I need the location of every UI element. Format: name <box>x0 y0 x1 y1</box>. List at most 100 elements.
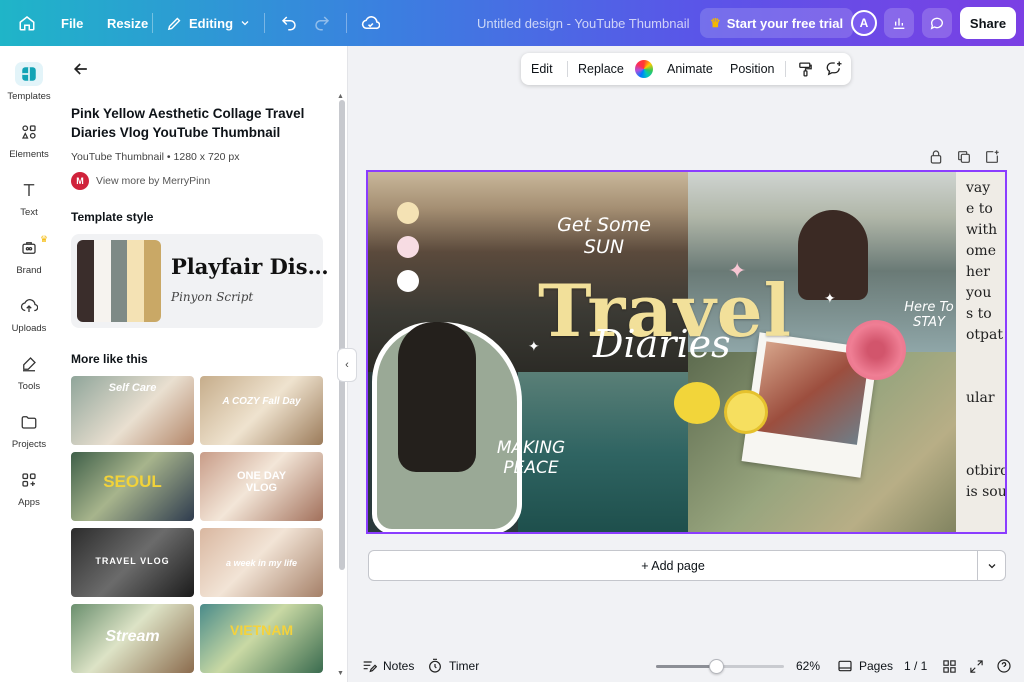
color-button[interactable] <box>635 53 653 85</box>
author-avatar: M <box>71 172 89 190</box>
save-status-button[interactable] <box>361 0 380 46</box>
thumbnail-text: Stream <box>105 628 160 645</box>
rail-item-templates[interactable]: Templates <box>0 62 58 114</box>
making-caption[interactable]: MAKING PEACE <box>486 438 576 478</box>
copy-style-button[interactable] <box>797 53 814 85</box>
fullscreen-button[interactable] <box>969 650 984 682</box>
template-thumbnail[interactable]: VIETNAM <box>200 604 323 673</box>
text-icon <box>23 184 35 196</box>
home-button[interactable] <box>18 0 36 46</box>
design-title[interactable]: Untitled design - YouTube Thumbnail <box>477 0 689 46</box>
template-thumbnail[interactable]: ONE DAY VLOG <box>200 452 323 521</box>
redo-button[interactable] <box>313 0 331 46</box>
bar-chart-icon <box>893 18 905 29</box>
edit-button[interactable]: Edit <box>531 53 553 85</box>
swatch <box>110 240 128 322</box>
insights-button[interactable] <box>884 8 914 38</box>
template-thumbnail[interactable]: SEOUL <box>71 452 194 521</box>
pages-label: Pages <box>859 659 894 673</box>
rail-item-apps[interactable]: Apps <box>0 468 58 520</box>
elements-icon-wrap <box>15 120 43 144</box>
template-thumbnail[interactable]: TRAVEL VLOG <box>71 528 194 597</box>
swatch <box>127 240 145 322</box>
zoom-level[interactable]: 62% <box>796 650 820 682</box>
back-arrow-icon[interactable] <box>71 59 91 79</box>
templates-icon <box>22 67 36 81</box>
animate-button[interactable]: Animate <box>667 53 713 85</box>
comment-add-icon <box>826 61 842 76</box>
rail-item-text[interactable]: Text <box>0 178 58 230</box>
rail-item-tools[interactable]: Tools <box>0 352 58 404</box>
author-link-text: View more by MerryPinn <box>96 175 211 187</box>
add-page-button[interactable]: + Add page <box>368 550 978 581</box>
template-thumbnail[interactable]: Stream <box>71 604 194 673</box>
color-dot <box>397 202 419 224</box>
resize-button[interactable]: Resize <box>107 0 148 46</box>
newspaper-word: with <box>966 222 998 238</box>
add-page-dropdown[interactable] <box>977 550 1006 581</box>
dog-shape <box>398 322 476 472</box>
color-dot <box>397 236 419 258</box>
rail-label: Apps <box>18 497 40 508</box>
share-button[interactable]: Share <box>960 7 1016 39</box>
apps-icon <box>22 473 36 487</box>
design-title-text: Untitled design - YouTube Thumbnail <box>477 15 690 31</box>
pages-icon <box>838 660 852 672</box>
comment-icon <box>930 17 943 30</box>
newspaper-word: is sou <box>966 484 1007 500</box>
author-link[interactable]: M View more by MerryPinn <box>71 172 210 190</box>
canvas-title-diaries[interactable]: Diaries <box>593 322 731 366</box>
scroll-up-icon[interactable]: ▲ <box>337 93 344 100</box>
grid-view-button[interactable] <box>942 650 957 682</box>
zoom-slider-handle[interactable] <box>709 659 725 674</box>
lemon <box>674 382 720 424</box>
rail-item-elements[interactable]: Elements <box>0 120 58 172</box>
notes-button[interactable]: Notes <box>361 650 414 682</box>
template-style-card[interactable]: Playfair Dis… Pinyon Script <box>71 234 329 328</box>
add-page-icon[interactable] <box>984 149 1000 165</box>
file-menu[interactable]: File <box>61 0 83 46</box>
zoom-slider-fill <box>656 665 717 668</box>
avatar[interactable]: A <box>851 10 877 36</box>
duplicate-icon[interactable] <box>956 149 972 165</box>
design-canvas[interactable]: vay e to with ome her you s to otpat ula… <box>366 170 1007 534</box>
stay-caption[interactable]: Here To STAY <box>898 300 960 330</box>
position-button[interactable]: Position <box>730 53 774 85</box>
sun-caption[interactable]: Get Some SUN <box>554 214 654 258</box>
collapse-panel-button[interactable]: ‹ <box>337 348 357 382</box>
page-tools <box>928 149 1000 165</box>
template-thumbnail[interactable]: Self Care <box>71 376 194 445</box>
newspaper-word: otbird <box>966 463 1007 479</box>
editing-mode-dropdown[interactable]: Editing <box>166 0 251 46</box>
lock-icon[interactable] <box>928 149 944 165</box>
pages-button[interactable]: Pages <box>837 650 893 682</box>
timer-button[interactable]: Timer <box>427 650 479 682</box>
replace-button[interactable]: Replace <box>578 53 624 85</box>
free-trial-button[interactable]: ♛ Start your free trial <box>700 8 854 38</box>
rail-label: Uploads <box>11 323 47 334</box>
text-icon-wrap <box>15 178 43 202</box>
zoom-slider[interactable] <box>656 659 784 674</box>
projects-icon-wrap <box>15 410 43 434</box>
help-button[interactable] <box>996 650 1012 682</box>
add-comment-button[interactable] <box>825 53 843 85</box>
newspaper-words: vay e to with ome her you s to otpat ula… <box>966 178 1007 503</box>
scroll-down-icon[interactable]: ▼ <box>337 670 344 677</box>
divider <box>152 13 153 33</box>
pencil-icon <box>167 17 181 30</box>
swatch <box>93 240 111 322</box>
share-label: Share <box>969 15 1007 31</box>
brand-icon-wrap <box>15 236 43 260</box>
template-thumbnail[interactable]: a week in my life <box>200 528 323 597</box>
panel-scrollbar[interactable] <box>339 100 345 570</box>
add-page-label: + Add page <box>641 558 705 573</box>
comments-button[interactable] <box>922 8 952 38</box>
paint-roller-icon <box>799 61 812 77</box>
thumbnail-text: A COZY Fall Day <box>222 396 301 407</box>
undo-button[interactable] <box>280 0 298 46</box>
rail-item-projects[interactable]: Projects <box>0 410 58 462</box>
rail-item-brand[interactable]: ♛ Brand <box>0 234 58 288</box>
color-palette <box>77 240 161 322</box>
rail-item-uploads[interactable]: Uploads <box>0 294 58 346</box>
template-thumbnail[interactable]: A COZY Fall Day <box>200 376 323 445</box>
